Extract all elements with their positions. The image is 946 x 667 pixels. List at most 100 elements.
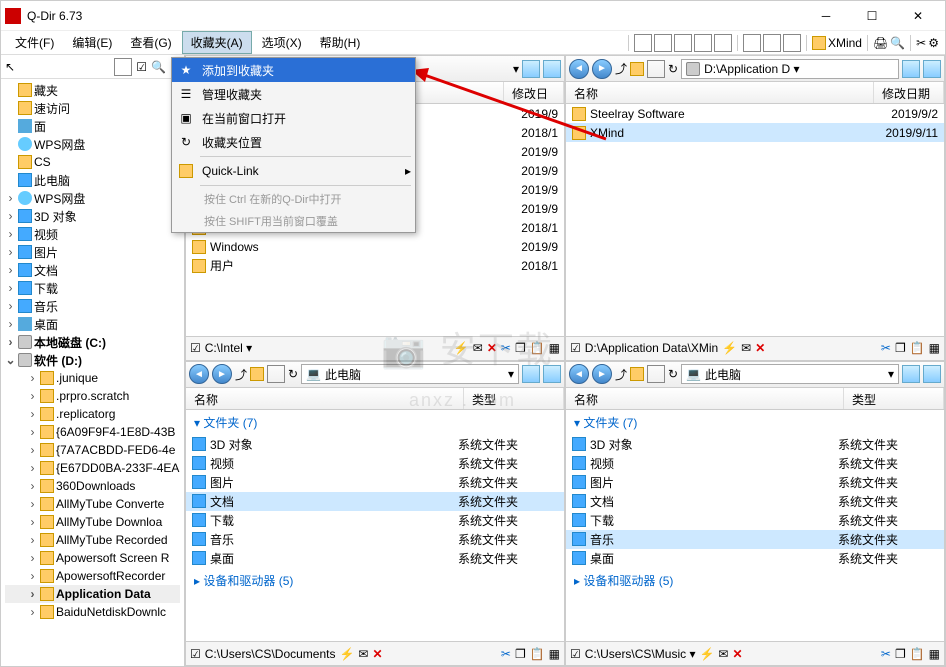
copy-icon[interactable]: ❐ [895, 341, 906, 355]
file-list[interactable]: ▾ 文件夹 (7)3D 对象系统文件夹视频系统文件夹图片系统文件夹文档系统文件夹… [186, 410, 564, 642]
view-icon[interactable] [522, 365, 540, 383]
paste-icon[interactable]: 📋 [910, 647, 925, 661]
tree-item[interactable]: ›文档 [5, 261, 180, 279]
folder-icon[interactable] [630, 62, 644, 76]
grid-icon[interactable]: ▦ [549, 341, 560, 355]
file-row[interactable]: 文档系统文件夹 [186, 492, 564, 511]
file-row[interactable]: 下载系统文件夹 [566, 511, 944, 530]
delete-icon[interactable]: ✕ [755, 341, 765, 355]
file-row[interactable]: Windows2019/9 [186, 237, 564, 256]
file-row[interactable]: Steelray Software2019/9/2 [566, 104, 944, 123]
col-type[interactable]: 类型 [844, 388, 944, 409]
file-list[interactable]: Steelray Software2019/9/2XMind2019/9/11 [566, 104, 944, 336]
tool-icon[interactable] [114, 58, 132, 76]
tree-item[interactable]: ›.prpro.scratch [5, 387, 180, 405]
forward-button[interactable]: ► [592, 364, 612, 384]
tree-item[interactable]: ›.junique [5, 369, 180, 387]
tool-icon[interactable]: ☑ [136, 60, 147, 74]
tree-item[interactable]: ›{6A09F9F4-1E8D-43B [5, 423, 180, 441]
up-icon[interactable]: ⤴ [615, 60, 627, 77]
delete-icon[interactable]: ✕ [487, 341, 497, 355]
back-button[interactable]: ◄ [189, 364, 209, 384]
status-path[interactable]: D:\Application Data\XMin [585, 341, 718, 355]
file-row[interactable]: 图片系统文件夹 [566, 473, 944, 492]
tree-item[interactable]: ›{7A7ACBDD-FED6-4e [5, 441, 180, 459]
mail-icon[interactable]: ✉ [741, 341, 751, 355]
layout-icon[interactable] [654, 34, 672, 52]
menu-edit[interactable]: 编辑(E) [64, 32, 120, 53]
tree-item[interactable]: ›AllMyTube Converte [5, 495, 180, 513]
dropdown-fav-position[interactable]: ↻收藏夹位置 [172, 130, 415, 154]
group-label[interactable]: ▾ 文件夹 (7) [186, 410, 564, 435]
back-button[interactable]: ◄ [569, 364, 589, 384]
tree-item[interactable]: ›视频 [5, 225, 180, 243]
up-icon[interactable]: ⤴ [615, 366, 627, 383]
maximize-button[interactable]: ☐ [849, 1, 895, 31]
bolt-icon[interactable]: ⚡ [699, 647, 714, 661]
tree-item[interactable]: ›桌面 [5, 315, 180, 333]
checkbox-icon[interactable]: ☑ [190, 341, 201, 355]
col-date[interactable]: 修改日期 [504, 82, 564, 103]
layout-icon[interactable] [743, 34, 761, 52]
mail-icon[interactable]: ✉ [718, 647, 728, 661]
col-name[interactable]: 名称 [186, 388, 464, 409]
checkbox-icon[interactable]: ☑ [570, 341, 581, 355]
status-path[interactable]: C:\Users\CS\Music ▾ [585, 647, 696, 661]
delete-icon[interactable]: ✕ [372, 647, 382, 661]
col-name[interactable]: 名称 [566, 388, 844, 409]
grid-icon[interactable]: ▦ [549, 647, 560, 661]
forward-button[interactable]: ► [212, 364, 232, 384]
dropdown-manage[interactable]: ☰管理收藏夹 [172, 82, 415, 106]
col-type[interactable]: 类型 [464, 388, 564, 409]
menu-options[interactable]: 选项(X) [254, 32, 310, 53]
tool-icon[interactable]: 🔍 [151, 60, 166, 74]
view-icon[interactable] [522, 60, 540, 78]
checkbox-icon[interactable]: ☑ [570, 647, 581, 661]
bolt-icon[interactable]: ⚡ [454, 341, 469, 355]
view-icon[interactable] [543, 60, 561, 78]
address-bar[interactable]: 💻此电脑▾ [681, 364, 899, 384]
tree-item[interactable]: CS [5, 153, 180, 171]
refresh-icon[interactable]: ↻ [668, 62, 678, 76]
file-row[interactable]: 桌面系统文件夹 [566, 549, 944, 568]
view-icon[interactable] [923, 365, 941, 383]
file-row[interactable]: 用户2018/1 [186, 256, 564, 275]
tree-item[interactable]: ›WPS网盘 [5, 189, 180, 207]
tree-item[interactable]: 藏夹 [5, 81, 180, 99]
file-row[interactable]: 视频系统文件夹 [186, 454, 564, 473]
tree-item[interactable]: ›AllMyTube Recorded [5, 531, 180, 549]
tree-item[interactable]: 速访问 [5, 99, 180, 117]
paste-icon[interactable]: 📋 [530, 647, 545, 661]
cut-icon[interactable]: ✂ [881, 647, 891, 661]
view-icon[interactable] [647, 60, 665, 78]
col-date[interactable]: 修改日期 [874, 82, 944, 103]
folder-icon[interactable] [250, 367, 264, 381]
file-row[interactable]: XMind2019/9/11 [566, 123, 944, 142]
refresh-icon[interactable]: ↻ [288, 367, 298, 381]
group-label[interactable]: ▸ 设备和驱动器 (5) [566, 568, 944, 593]
dropdown-add-favorite[interactable]: ★添加到收藏夹 [172, 58, 415, 82]
bolt-icon[interactable]: ⚡ [339, 647, 354, 661]
view-icon[interactable] [902, 60, 920, 78]
paste-icon[interactable]: 📋 [910, 341, 925, 355]
paste-icon[interactable]: 📋 [530, 341, 545, 355]
folder-tree[interactable]: 藏夹速访问面WPS网盘CS此电脑›WPS网盘›3D 对象›视频›图片›文档›下载… [1, 79, 184, 623]
tree-item[interactable]: ›BaiduNetdiskDownlc [5, 603, 180, 621]
col-name[interactable]: 名称 [566, 82, 874, 103]
cut-icon[interactable]: ✂ [881, 341, 891, 355]
copy-icon[interactable]: ❐ [515, 341, 526, 355]
tool-icon[interactable]: ↖ [5, 60, 15, 74]
tool-icon[interactable]: ✂ [916, 36, 926, 50]
file-row[interactable]: 视频系统文件夹 [566, 454, 944, 473]
find-icon[interactable]: 🔍 [890, 36, 905, 50]
tree-item[interactable]: ›{E67DD0BA-233F-4EA [5, 459, 180, 477]
cut-icon[interactable]: ✂ [501, 647, 511, 661]
close-button[interactable]: ✕ [895, 1, 941, 31]
mail-icon[interactable]: ✉ [358, 647, 368, 661]
tree-item[interactable]: ⌄软件 (D:) [5, 351, 180, 369]
tree-item[interactable]: 此电脑 [5, 171, 180, 189]
tree-item[interactable]: ›下载 [5, 279, 180, 297]
group-label[interactable]: ▸ 设备和驱动器 (5) [186, 568, 564, 593]
copy-icon[interactable]: ❐ [515, 647, 526, 661]
layout-icon[interactable] [763, 34, 781, 52]
